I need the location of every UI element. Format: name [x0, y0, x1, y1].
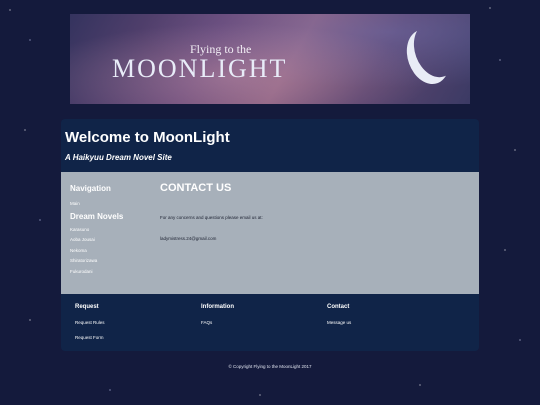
nav-heading: Navigation	[70, 184, 111, 193]
site-tagline: A Haikyuu Dream Novel Site	[65, 153, 172, 162]
footer-heading-request: Request	[75, 304, 99, 310]
novel-link-nekoma[interactable]: Nekoma	[70, 246, 150, 257]
footer-link-request-form[interactable]: Request Form	[75, 335, 105, 340]
contact-heading: CONTACT US	[160, 182, 232, 194]
footer-col-information: Information FAQs	[201, 304, 234, 325]
site-header: Welcome to MoonLight A Haikyuu Dream Nov…	[61, 119, 479, 172]
site-title: Welcome to MoonLight	[65, 129, 230, 146]
footer-col-request: Request Request Rules Request Form	[75, 304, 105, 340]
site-banner: Flying to the MOONLIGHT	[70, 14, 470, 104]
novel-link-fukurodani[interactable]: Fukurodani	[70, 267, 150, 278]
copyright-text: © Copyright Flying to the MoonLight 2017	[228, 364, 312, 369]
nav-link-main[interactable]: Main	[70, 199, 150, 210]
footer-heading-information: Information	[201, 304, 234, 310]
footer-link-request-rules[interactable]: Request Rules	[75, 320, 105, 325]
contact-section: CONTACT US For any concerns and question…	[160, 182, 470, 241]
novel-link-karasuno[interactable]: Karasuno	[70, 225, 150, 236]
novel-link-shiratorizawa[interactable]: Shiratorizawa	[70, 256, 150, 267]
sidebar: Navigation Main Dream Novels Karasuno Ao…	[70, 184, 150, 277]
banner-title: MOONLIGHT	[112, 54, 288, 83]
novels-heading: Dream Novels	[70, 211, 124, 221]
contact-email[interactable]: ladymistress.24@gmail.com	[160, 236, 470, 241]
novel-link-aoba-jousai[interactable]: Aoba Jousai	[70, 235, 150, 246]
footer-heading-contact: Contact	[327, 304, 350, 310]
footer-link-message-us[interactable]: Message us	[327, 320, 351, 325]
contact-text: For any concerns and questions please em…	[160, 215, 263, 220]
footer-link-faqs[interactable]: FAQs	[201, 320, 234, 325]
footer-col-contact: Contact Message us	[327, 304, 351, 325]
site-footer: Request Request Rules Request Form Infor…	[61, 294, 479, 351]
page-container: Welcome to MoonLight A Haikyuu Dream Nov…	[61, 119, 479, 351]
main-area: Navigation Main Dream Novels Karasuno Ao…	[61, 172, 479, 294]
